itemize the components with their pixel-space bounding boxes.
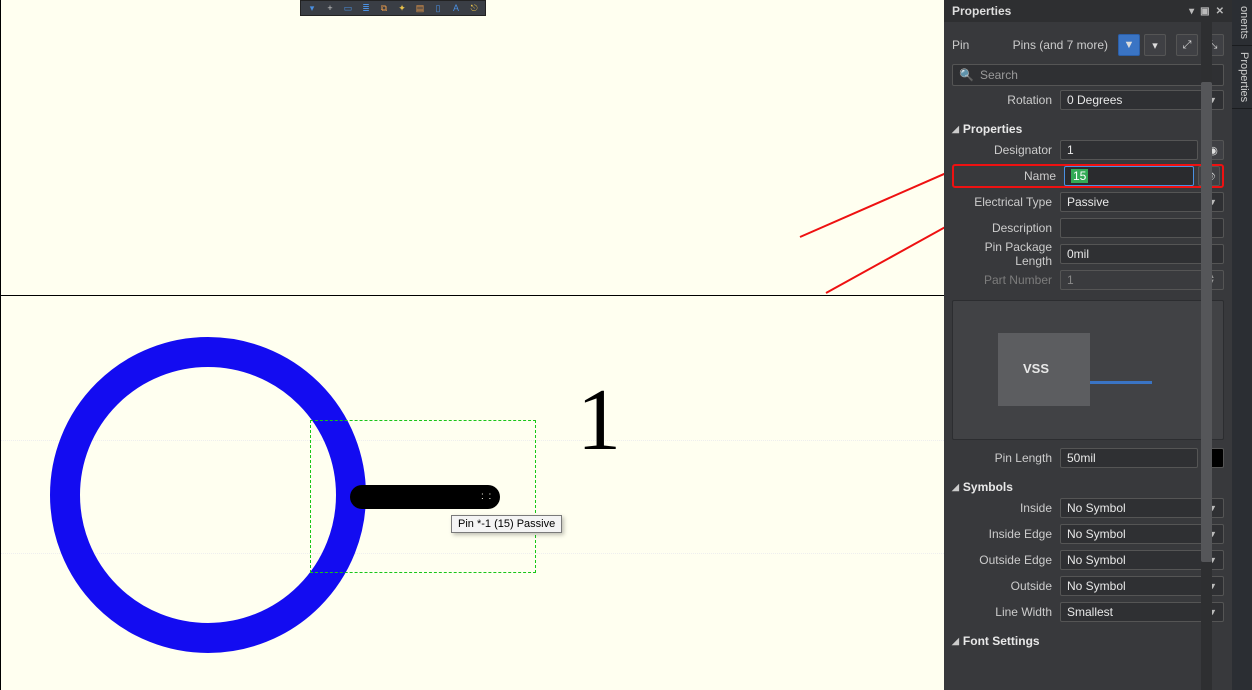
rotation-value: 0 Degrees (1067, 93, 1122, 107)
panel-close-icon[interactable]: ✕ (1216, 6, 1224, 17)
sym-outside-edge-dropdown[interactable]: No Symbol ▼ (1060, 550, 1224, 570)
annotation-arrows (0, 0, 944, 690)
pin-length-label: Pin Length (952, 451, 1060, 465)
pin-preview-lead (1090, 381, 1152, 384)
sym-inside-edge-value: No Symbol (1067, 527, 1126, 541)
line-width-dropdown[interactable]: Smallest ▼ (1060, 602, 1224, 622)
sym-inside-edge-label: Inside Edge (952, 527, 1060, 541)
disclosure-triangle-icon: ◢ (952, 482, 959, 493)
pin-length-input[interactable]: 50mil (1060, 448, 1198, 468)
sym-outside-edge-label: Outside Edge (952, 553, 1060, 567)
side-tab-strip: onents Properties (1232, 0, 1252, 690)
section-properties[interactable]: ◢ Properties (952, 122, 1224, 136)
pin-pkg-len-input[interactable]: 0mil (1060, 244, 1224, 264)
sym-inside-edge-dropdown[interactable]: No Symbol ▼ (1060, 524, 1224, 544)
section-symbols[interactable]: ◢ Symbols (952, 480, 1224, 494)
search-placeholder: Search (980, 68, 1018, 82)
search-icon: 🔍 (959, 68, 974, 82)
section-font[interactable]: ◢ Font Settings (952, 634, 1224, 648)
selection-summary: Pins (and 7 more) (1012, 38, 1114, 52)
name-row-highlight: Name 15 👁 (952, 164, 1224, 188)
rotation-label: Rotation (952, 93, 1060, 107)
electrical-type-label: Electrical Type (952, 195, 1060, 209)
filter-icon[interactable]: ▼ (1118, 34, 1140, 56)
sym-inside-value: No Symbol (1067, 501, 1126, 515)
panel-pin-icon[interactable]: ▾ (1189, 6, 1194, 17)
designator-input[interactable]: 1 (1060, 140, 1198, 160)
description-label: Description (952, 221, 1060, 235)
sym-inside-dropdown[interactable]: No Symbol ▼ (1060, 498, 1224, 518)
part-number-input: 1 ▲▼ (1060, 270, 1224, 290)
side-tab-components[interactable]: onents (1232, 0, 1252, 46)
search-input[interactable]: 🔍 Search (952, 64, 1224, 86)
select-linked-icon[interactable]: ⤢ (1176, 34, 1198, 56)
rotation-dropdown[interactable]: 0 Degrees ▼ (1060, 90, 1224, 110)
name-value: 15 (1071, 169, 1088, 183)
description-input[interactable] (1060, 218, 1224, 238)
panel-scrollbar[interactable] (1201, 22, 1212, 690)
line-width-value: Smallest (1067, 605, 1113, 619)
sym-outside-value: No Symbol (1067, 579, 1126, 593)
sym-outside-label: Outside (952, 579, 1060, 593)
object-type-label: Pin (952, 38, 1012, 52)
filter-more-icon[interactable]: ▾ (1144, 34, 1166, 56)
properties-panel: Properties ▾ ▣ ✕ Pin Pins (and 7 more) ▼… (944, 0, 1232, 690)
scrollbar-thumb[interactable] (1201, 82, 1212, 562)
disclosure-triangle-icon: ◢ (952, 636, 959, 647)
electrical-type-dropdown[interactable]: Passive ▼ (1060, 192, 1224, 212)
part-number-value: 1 (1067, 273, 1074, 287)
name-label: Name (956, 169, 1064, 183)
pin-length-value: 50mil (1067, 451, 1096, 465)
designator-label: Designator (952, 143, 1060, 157)
sym-outside-edge-value: No Symbol (1067, 553, 1126, 567)
panel-titlebar: Properties ▾ ▣ ✕ (944, 0, 1232, 22)
electrical-type-value: Passive (1067, 195, 1109, 209)
line-width-label: Line Width (952, 605, 1060, 619)
schematic-canvas[interactable]: ▾ + ▭ ≣ ⧉ ✦ ▤ ▯ A ⎋ : : 1 Pin *-1 (15) P… (0, 0, 944, 690)
panel-maximize-icon[interactable]: ▣ (1200, 6, 1209, 17)
name-input[interactable]: 15 (1064, 166, 1194, 186)
disclosure-triangle-icon: ◢ (952, 124, 959, 135)
part-number-label: Part Number (952, 273, 1060, 287)
designator-value: 1 (1067, 143, 1074, 157)
pin-preview: VSS (952, 300, 1224, 440)
pin-pkg-len-label: Pin Package Length (952, 240, 1060, 268)
panel-title-text: Properties (952, 4, 1011, 18)
pin-pkg-len-value: 0mil (1067, 247, 1089, 261)
sym-inside-label: Inside (952, 501, 1060, 515)
side-tab-properties[interactable]: Properties (1232, 46, 1252, 109)
sym-outside-dropdown[interactable]: No Symbol ▼ (1060, 576, 1224, 596)
pin-preview-name: VSS (1023, 361, 1049, 376)
